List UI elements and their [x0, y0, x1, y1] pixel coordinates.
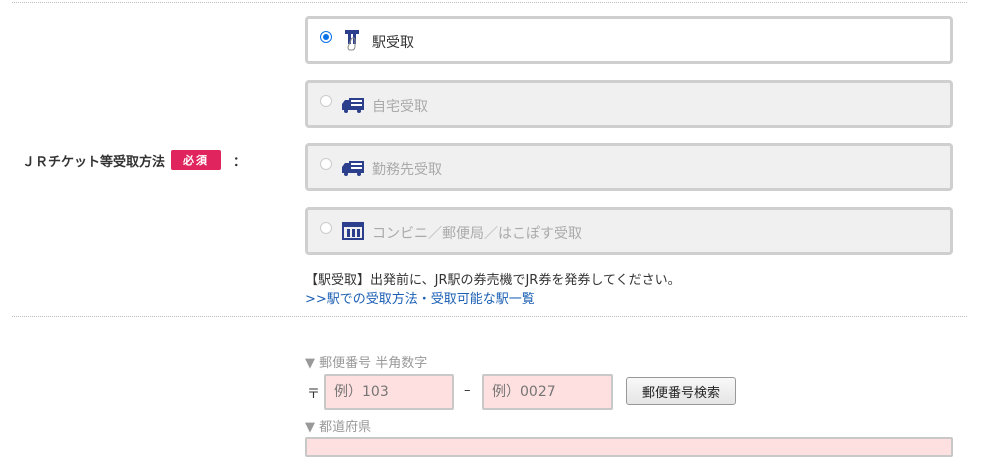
postal-dash: – — [464, 383, 471, 398]
postal-code-label: ▼ 郵便番号 半角数字 — [305, 356, 428, 371]
required-badge: 必須 — [171, 150, 222, 170]
ticket-method-label-row: ＪＲチケット等受取方法 必須 ： — [22, 150, 246, 170]
option-label: 勤務先受取 — [372, 162, 442, 178]
store-icon — [342, 222, 364, 240]
option-station-pickup[interactable]: 駅受取 — [305, 16, 953, 64]
label-colon: ： — [233, 154, 247, 170]
option-label: 自宅受取 — [372, 99, 428, 115]
postal-code-search-button[interactable]: 郵便番号検索 — [626, 377, 736, 405]
section-divider — [12, 316, 967, 317]
radio-station-pickup[interactable] — [320, 31, 332, 43]
option-label: コンビニ／郵便局／はこぽす受取 — [372, 226, 582, 242]
top-divider — [12, 2, 967, 3]
postal-code-second-input[interactable] — [482, 374, 613, 410]
station-gate-icon — [345, 30, 359, 51]
delivery-truck-icon — [342, 98, 364, 113]
delivery-truck-icon — [342, 161, 364, 176]
prefecture-select[interactable] — [305, 437, 953, 457]
radio-store-pickup[interactable] — [320, 222, 332, 234]
option-work-delivery[interactable]: 勤務先受取 — [305, 143, 953, 191]
option-home-delivery[interactable]: 自宅受取 — [305, 80, 953, 128]
option-store-pickup[interactable]: コンビニ／郵便局／はこぽす受取 — [305, 207, 953, 255]
postal-code-first-input[interactable] — [324, 374, 454, 410]
option-label: 駅受取 — [372, 35, 414, 51]
radio-home-delivery[interactable] — [320, 95, 332, 107]
prefecture-label: ▼ 都道府県 — [305, 420, 372, 435]
station-pickup-guide-link[interactable]: >>駅での受取方法・受取可能な駅一覧 — [305, 288, 535, 307]
ticket-method-label: ＪＲチケット等受取方法 — [22, 154, 166, 170]
station-pickup-note: 【駅受取】出発前に、JR駅の券売機でJR券を発券してください。 — [305, 273, 681, 288]
postal-mark: 〒 — [307, 387, 321, 402]
radio-work-delivery[interactable] — [320, 158, 332, 170]
